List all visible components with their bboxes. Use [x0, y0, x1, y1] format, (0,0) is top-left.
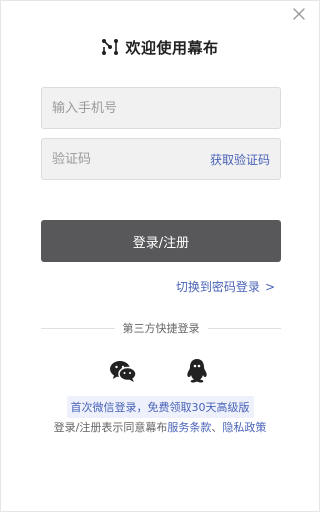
promo-banner: 首次微信登录，免费领取30天高级版 — [1, 396, 319, 418]
promo-text: 首次微信登录，免费领取30天高级版 — [66, 396, 254, 418]
get-code-button[interactable]: 获取验证码 — [210, 151, 270, 168]
switch-link-label: 切换到密码登录 — [175, 280, 260, 294]
terms-line: 登录/注册表示同意幕布服务条款、隐私政策 — [1, 419, 319, 435]
verification-code-input[interactable] — [52, 151, 210, 167]
code-field[interactable]: 获取验证码 — [41, 138, 281, 180]
login-dialog: 欢迎使用幕布 获取验证码 登录/注册 切换到密码登录 > 第三方快捷登录 — [0, 0, 320, 512]
close-icon[interactable] — [291, 6, 307, 22]
qq-icon[interactable] — [183, 357, 211, 385]
divider-line-left — [41, 327, 115, 329]
wechat-icon[interactable] — [109, 357, 137, 385]
terms-prefix: 登录/注册表示同意幕布 — [53, 421, 168, 434]
switch-to-password-login-link[interactable]: 切换到密码登录 > — [176, 278, 275, 295]
phone-input[interactable] — [52, 100, 270, 116]
chevron-right-icon: > — [264, 279, 275, 294]
service-terms-link[interactable]: 服务条款 — [167, 421, 211, 434]
title-row: 欢迎使用幕布 — [1, 35, 319, 59]
login-register-button[interactable]: 登录/注册 — [41, 220, 281, 262]
divider-text: 第三方快捷登录 — [122, 322, 200, 335]
divider-line-right — [207, 327, 281, 329]
phone-field[interactable] — [41, 87, 281, 129]
privacy-policy-link[interactable]: 隐私政策 — [222, 421, 266, 434]
mubu-logo-icon — [102, 39, 119, 55]
social-login-row — [1, 357, 319, 385]
terms-separator: 、 — [211, 421, 223, 434]
page-title: 欢迎使用幕布 — [125, 38, 219, 57]
third-party-divider: 第三方快捷登录 — [41, 320, 281, 336]
